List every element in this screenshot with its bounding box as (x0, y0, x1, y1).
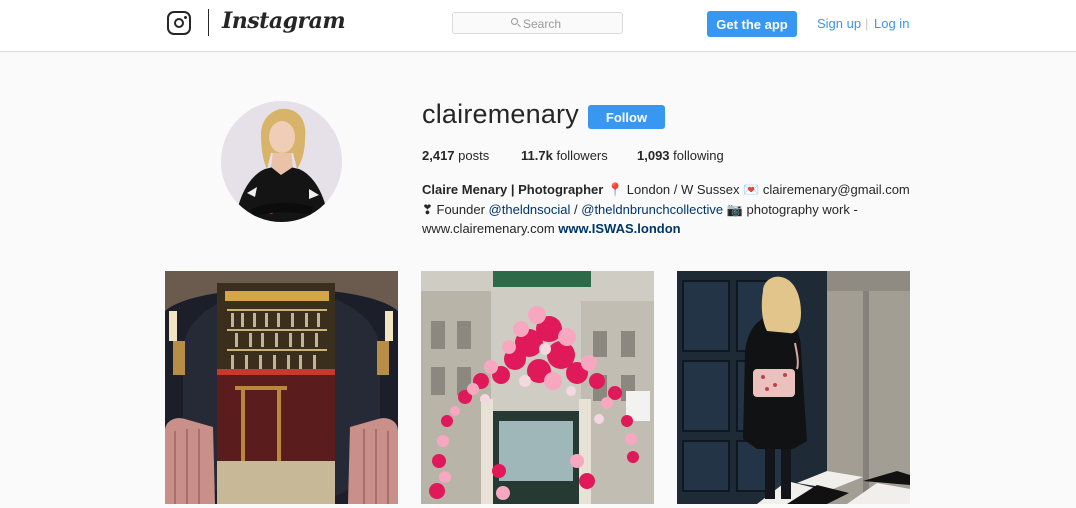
post-thumbnail-bar-interior[interactable] (165, 271, 398, 504)
followers-label: followers (556, 148, 608, 163)
external-url-link[interactable]: www.ISWAS.london (558, 221, 680, 236)
followers-stat[interactable]: 11.7k followers (521, 148, 608, 163)
bio-line2-mid: / (570, 201, 582, 217)
top-nav: Instagram Get the app Sign up | Log in (0, 0, 1076, 52)
login-link[interactable]: Log in (874, 16, 909, 31)
bio-line2-suffix: 📷 photography work - (723, 201, 858, 217)
followers-count: 11.7k (521, 148, 553, 163)
post-thumbnail-balloon-arch[interactable] (421, 271, 654, 504)
bio-line3: www.clairemenary.com (422, 221, 559, 236)
profile-username: clairemenary (422, 99, 579, 129)
posts-label: posts (458, 148, 490, 163)
signup-link[interactable]: Sign up (817, 16, 861, 31)
instagram-camera-icon[interactable] (167, 11, 191, 35)
posts-stat: 2,417 posts (422, 148, 489, 163)
search-input[interactable] (523, 16, 618, 31)
following-stat[interactable]: 1,093 following (637, 148, 724, 163)
following-count: 1,093 (637, 148, 670, 163)
bio-line2-prefix: ❣ Founder (422, 201, 489, 217)
mention-link[interactable]: @theldnsocial (489, 202, 571, 217)
follow-button[interactable]: Follow (588, 105, 665, 129)
bio-line1: 📍 London / W Sussex 💌 clairemenary@gmail… (603, 182, 910, 197)
search-box[interactable] (452, 12, 623, 34)
profile-avatar (221, 101, 342, 222)
posts-count: 2,417 (422, 148, 455, 163)
logo-divider (208, 9, 209, 36)
get-the-app-button[interactable]: Get the app (707, 11, 797, 37)
post-thumbnail-woman-coat[interactable] (677, 271, 910, 504)
profile-bio: Claire Menary | Photographer 📍 London / … (422, 180, 912, 239)
instagram-wordmark[interactable]: Instagram (222, 8, 346, 34)
nav-separator: | (865, 16, 869, 31)
following-label: following (673, 148, 724, 163)
mention-link[interactable]: @theldnbrunchcollective (581, 202, 723, 217)
bio-full-name: Claire Menary | Photographer (422, 182, 604, 197)
search-icon (511, 18, 518, 25)
